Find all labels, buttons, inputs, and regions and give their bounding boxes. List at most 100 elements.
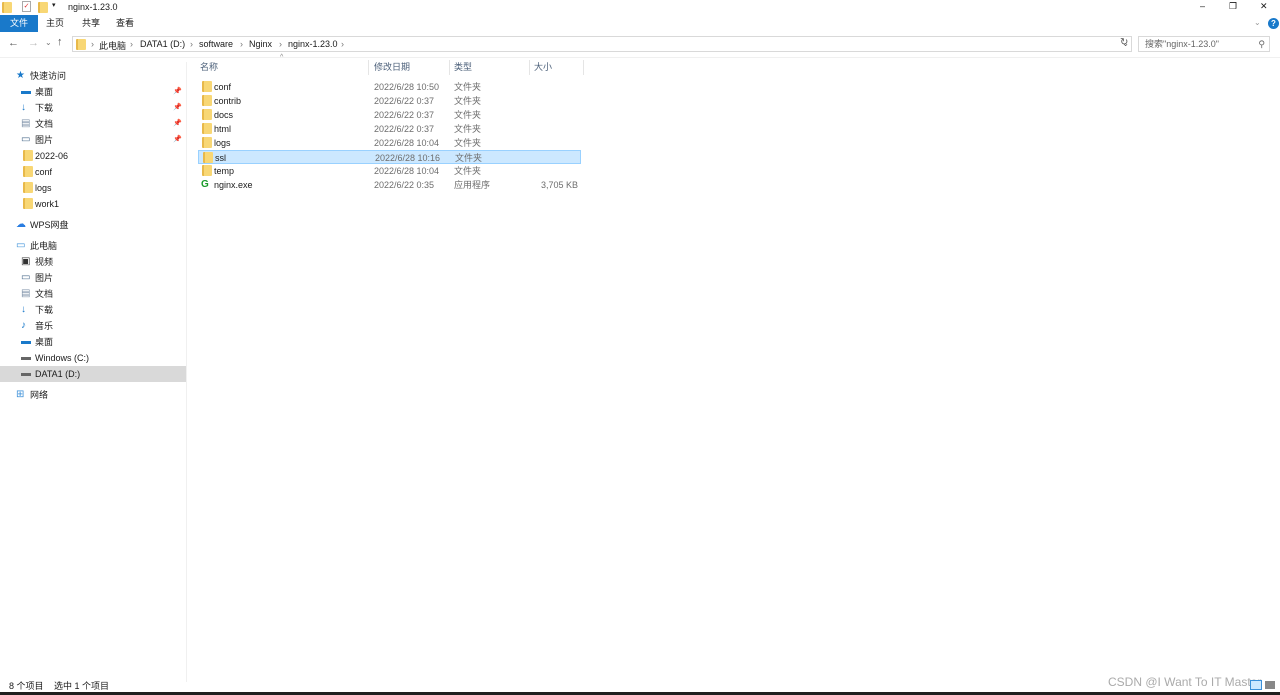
sidebar-item-label: 图片 bbox=[35, 273, 54, 283]
file-row[interactable]: ssl 2022/6/28 10:16 文件夹 bbox=[198, 150, 581, 164]
breadcrumb-data1[interactable]: DATA1 (D:) bbox=[140, 39, 185, 49]
column-header-type[interactable]: 类型 bbox=[450, 60, 530, 75]
file-type: 文件夹 bbox=[454, 96, 482, 106]
search-input[interactable]: 搜索"nginx-1.23.0" ⚲ bbox=[1138, 36, 1270, 52]
minimize-button[interactable]: – bbox=[1200, 1, 1205, 11]
back-button[interactable]: ← bbox=[8, 37, 19, 49]
pin-icon: 📌 bbox=[173, 120, 182, 127]
sidebar-item[interactable]: logs bbox=[0, 180, 186, 196]
sidebar-item[interactable]: ▤ 文档 bbox=[0, 286, 186, 302]
file-row[interactable]: conf 2022/6/28 10:50 文件夹 bbox=[198, 80, 581, 94]
sidebar-item[interactable]: ▭ 此电脑 bbox=[0, 238, 186, 254]
file-row[interactable]: contrib 2022/6/22 0:37 文件夹 bbox=[198, 94, 581, 108]
forward-button[interactable]: → bbox=[28, 37, 39, 49]
sidebar-item[interactable]: ▭ 图片 📌 bbox=[0, 132, 186, 148]
sidebar-item[interactable]: ↓ 下载 📌 bbox=[0, 100, 186, 116]
star-icon: ★ bbox=[16, 70, 25, 81]
nginx-exe-icon: G bbox=[201, 179, 209, 190]
refresh-button[interactable]: ↻ bbox=[1120, 37, 1128, 48]
folder-icon bbox=[202, 81, 212, 92]
folder-icon bbox=[23, 182, 33, 193]
sidebar-item[interactable]: conf bbox=[0, 164, 186, 180]
sidebar-item[interactable]: ▬ DATA1 (D:) bbox=[0, 366, 186, 382]
file-size: 3,705 KB bbox=[540, 180, 578, 190]
help-icon[interactable]: ? bbox=[1268, 18, 1279, 29]
search-icon: ⚲ bbox=[1258, 39, 1265, 49]
sidebar-item-label: 下载 bbox=[35, 103, 54, 113]
sidebar-item-label: 下载 bbox=[35, 305, 54, 315]
desktop-icon: ▬ bbox=[21, 86, 31, 97]
sidebar-item-label: 桌面 bbox=[35, 87, 54, 97]
column-header-date[interactable]: 修改日期 bbox=[370, 60, 450, 75]
folder-icon bbox=[202, 95, 212, 106]
sidebar-item-label: 桌面 bbox=[35, 337, 54, 347]
expand-ribbon-icon[interactable]: ⌄ bbox=[1254, 18, 1261, 27]
sidebar-item[interactable]: ▬ Windows (C:) bbox=[0, 350, 186, 366]
close-button[interactable]: ✕ bbox=[1260, 1, 1268, 12]
quick-access-dropdown-icon[interactable]: ▾ bbox=[52, 1, 56, 9]
sidebar-item-label: 文档 bbox=[35, 119, 54, 129]
breadcrumb-nginx-1-23-0[interactable]: nginx-1.23.0 bbox=[288, 39, 338, 49]
desktop-icon: ▬ bbox=[21, 336, 31, 347]
item-count: 8 个项目 bbox=[9, 681, 44, 691]
search-placeholder: 搜索"nginx-1.23.0" bbox=[1145, 39, 1219, 49]
details-view-button[interactable] bbox=[1250, 680, 1262, 690]
new-folder-icon[interactable] bbox=[38, 2, 48, 13]
file-date: 2022/6/22 0:37 bbox=[374, 96, 435, 106]
file-row[interactable]: html 2022/6/22 0:37 文件夹 bbox=[198, 122, 581, 136]
folder-icon bbox=[23, 166, 33, 177]
sidebar-item-label: conf bbox=[35, 167, 53, 177]
sidebar-item[interactable]: ⊞ 网络 bbox=[0, 387, 186, 403]
file-row[interactable]: temp 2022/6/28 10:04 文件夹 bbox=[198, 164, 581, 178]
sidebar-item[interactable]: ▭ 图片 bbox=[0, 270, 186, 286]
recent-locations-icon[interactable]: ⌄ bbox=[45, 38, 52, 47]
address-bar[interactable]: › 此电脑 › DATA1 (D:) › software › Nginx › … bbox=[72, 36, 1132, 52]
tab-view[interactable]: 查看 bbox=[112, 15, 138, 32]
file-row[interactable]: docs 2022/6/22 0:37 文件夹 bbox=[198, 108, 581, 122]
sidebar-item[interactable]: work1 bbox=[0, 196, 186, 212]
file-row[interactable]: Gnginx.exe 2022/6/22 0:35 应用程序 3,705 KB bbox=[198, 178, 581, 192]
document-icon: ▤ bbox=[21, 288, 31, 299]
tab-home[interactable]: 主页 bbox=[42, 15, 68, 32]
column-header-size[interactable]: 大小 bbox=[530, 60, 584, 75]
file-name: nginx.exe bbox=[214, 180, 253, 190]
sidebar-item[interactable]: ♪ 音乐 bbox=[0, 318, 186, 334]
breadcrumb-this-pc[interactable]: 此电脑 bbox=[99, 39, 126, 52]
drive-icon: ▬ bbox=[21, 368, 31, 379]
sidebar-item-label: 图片 bbox=[35, 135, 54, 145]
video-icon: ▣ bbox=[21, 256, 31, 267]
breadcrumb-nginx[interactable]: Nginx bbox=[249, 39, 272, 49]
sidebar-item[interactable]: ▬ 桌面 📌 bbox=[0, 84, 186, 100]
folder-icon bbox=[76, 39, 86, 50]
ribbon-tabs: 文件 主页 共享 查看 ⌄ ? bbox=[0, 15, 1280, 32]
large-icons-view-button[interactable] bbox=[1265, 681, 1275, 689]
file-name: temp bbox=[214, 166, 235, 176]
sidebar-item[interactable]: ▤ 文档 📌 bbox=[0, 116, 186, 132]
file-date: 2022/6/22 0:35 bbox=[374, 180, 435, 190]
tab-file[interactable]: 文件 bbox=[0, 15, 38, 32]
sidebar-item-label: Windows (C:) bbox=[35, 353, 90, 363]
sidebar-item-label: 快速访问 bbox=[30, 71, 67, 81]
column-header-name[interactable]: 名称 bbox=[196, 60, 369, 75]
sidebar-item[interactable]: ↓ 下载 bbox=[0, 302, 186, 318]
tab-share[interactable]: 共享 bbox=[78, 15, 104, 32]
file-row[interactable]: logs 2022/6/28 10:04 文件夹 bbox=[198, 136, 581, 150]
breadcrumb-software[interactable]: software bbox=[199, 39, 233, 49]
sidebar-item[interactable]: 2022-06 bbox=[0, 148, 186, 164]
sidebar-item[interactable]: ▬ 桌面 bbox=[0, 334, 186, 350]
pictures-icon: ▭ bbox=[21, 134, 31, 145]
sort-ascending-icon: ^ bbox=[280, 54, 284, 61]
network-icon: ⊞ bbox=[16, 389, 25, 400]
sidebar-item-label: logs bbox=[35, 183, 52, 193]
sidebar-item[interactable]: ☁ WPS网盘 bbox=[0, 217, 186, 233]
sidebar-item[interactable]: ★ 快速访问 bbox=[0, 68, 186, 84]
sidebar-item[interactable]: ▣ 视频 bbox=[0, 254, 186, 270]
sidebar-item-label: 音乐 bbox=[35, 321, 54, 331]
up-button[interactable]: ↑ bbox=[57, 36, 63, 48]
file-date: 2022/6/28 10:04 bbox=[374, 138, 440, 148]
sidebar-item-label: 视频 bbox=[35, 257, 54, 267]
properties-icon[interactable]: ✓ bbox=[22, 1, 31, 12]
download-icon: ↓ bbox=[21, 304, 26, 315]
restore-button[interactable]: ❐ bbox=[1229, 1, 1237, 12]
pin-icon: 📌 bbox=[173, 88, 182, 95]
